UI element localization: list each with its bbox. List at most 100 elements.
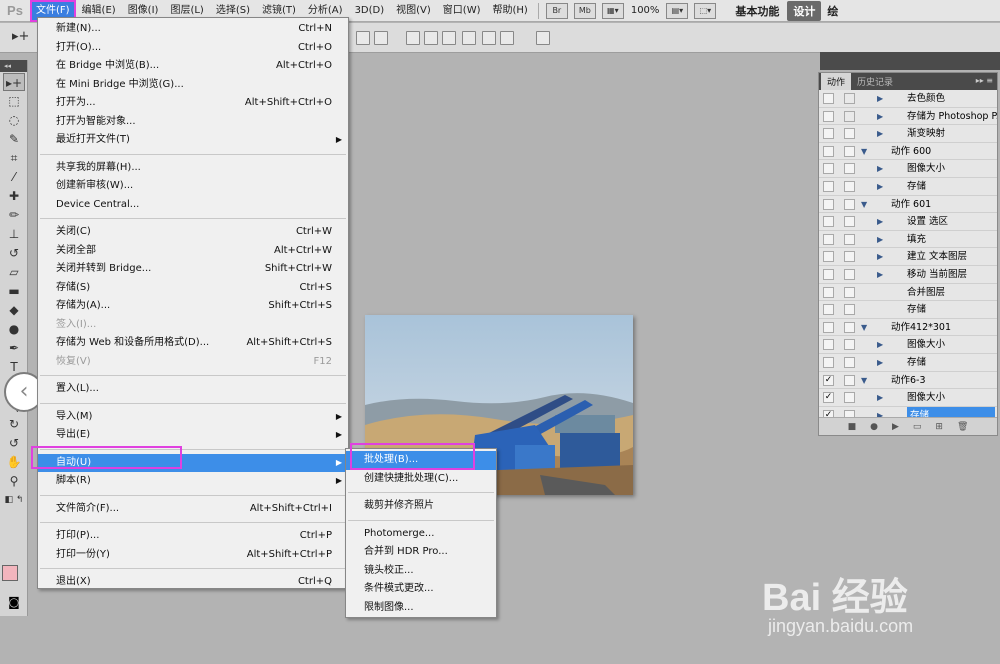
distribute-left-icon[interactable] bbox=[462, 31, 476, 45]
3d-rotate-tool-icon[interactable]: ↻ bbox=[3, 415, 25, 433]
toggle-dialog-box[interactable] bbox=[844, 93, 855, 104]
delete-icon[interactable]: 🗑 bbox=[957, 422, 968, 432]
toggle-item-checkbox[interactable] bbox=[823, 286, 834, 298]
action-row[interactable]: 存储 bbox=[819, 301, 997, 319]
action-row[interactable]: ▼ 动作 600 bbox=[819, 143, 997, 161]
menu-item-export[interactable]: 导出(E) ▶ bbox=[38, 426, 348, 445]
play-icon[interactable]: ▶ bbox=[892, 422, 899, 432]
submenu-item-batch[interactable]: 批处理(B)... bbox=[346, 451, 496, 470]
menu-item-close-all[interactable]: 关闭全部 Alt+Ctrl+W bbox=[38, 242, 348, 261]
view-extras-button[interactable]: ▦▾ bbox=[601, 2, 624, 19]
action-row[interactable]: ▶ 存储 bbox=[819, 178, 997, 196]
distribute-center-icon[interactable] bbox=[482, 31, 496, 45]
expand-triangle-icon[interactable]: ▶ bbox=[877, 90, 883, 108]
expand-triangle-icon[interactable]: ▶ bbox=[877, 336, 883, 354]
align-top-icon[interactable] bbox=[356, 31, 370, 45]
toggle-item-checkbox[interactable]: ✓ bbox=[823, 392, 834, 404]
toggle-dialog-box[interactable] bbox=[844, 374, 855, 386]
workspace-essentials[interactable]: 基本功能 bbox=[727, 3, 787, 19]
menu-window[interactable]: 窗口(W) bbox=[437, 0, 487, 22]
action-row[interactable]: ✓ ▶ 图像大小 bbox=[819, 389, 997, 407]
toggle-item-checkbox[interactable] bbox=[823, 321, 834, 333]
healing-brush-tool-icon[interactable]: ✚ bbox=[3, 187, 25, 205]
pen-tool-icon[interactable]: ✒ bbox=[3, 339, 25, 357]
zoom-level[interactable]: 100% bbox=[631, 5, 660, 16]
collapse-triangle-icon[interactable]: ▼ bbox=[861, 372, 867, 390]
zoom-tool-icon[interactable]: ⚲ bbox=[3, 472, 25, 490]
submenu-item-merge-hdr[interactable]: 合并到 HDR Pro... bbox=[346, 543, 496, 562]
3d-orbit-tool-icon[interactable]: ↺ bbox=[3, 434, 25, 452]
workspace-painting[interactable]: 绘 bbox=[821, 3, 844, 19]
menu-item-create-review[interactable]: 创建新审核(W)... bbox=[38, 177, 348, 196]
expand-triangle-icon[interactable]: ▶ bbox=[877, 231, 883, 249]
toggle-item-checkbox[interactable] bbox=[823, 356, 834, 368]
toggle-dialog-box[interactable] bbox=[844, 268, 855, 280]
distribute-right-icon[interactable] bbox=[500, 31, 514, 45]
menu-item-print[interactable]: 打印(P)... Ctrl+P bbox=[38, 527, 348, 546]
toggle-dialog-box[interactable] bbox=[844, 304, 855, 316]
clone-stamp-tool-icon[interactable]: ⊥ bbox=[3, 225, 25, 243]
menu-item-close[interactable]: 关闭(C) Ctrl+W bbox=[38, 223, 348, 242]
swap-colors-icon[interactable]: ◧ ↰ bbox=[3, 491, 25, 509]
action-row[interactable]: 合并图层 bbox=[819, 284, 997, 302]
menu-help[interactable]: 帮助(H) bbox=[487, 0, 534, 22]
menu-item-open-as-smart-object[interactable]: 打开为智能对象... bbox=[38, 113, 348, 132]
submenu-item-create-droplet[interactable]: 创建快捷批处理(C)... bbox=[346, 470, 496, 489]
action-row[interactable]: ▶ 移动 当前图层 bbox=[819, 266, 997, 284]
toggle-item-checkbox[interactable] bbox=[823, 163, 834, 175]
toggle-item-checkbox[interactable] bbox=[823, 304, 834, 316]
history-brush-tool-icon[interactable]: ↺ bbox=[3, 244, 25, 262]
auto-align-icon[interactable] bbox=[536, 31, 550, 45]
marquee-tool-icon[interactable]: ⬚ bbox=[3, 92, 25, 110]
toggle-dialog-box[interactable] bbox=[844, 198, 855, 210]
toggle-item-checkbox[interactable] bbox=[823, 251, 834, 263]
menu-item-exit[interactable]: 退出(X) Ctrl+Q bbox=[38, 573, 348, 592]
toggle-item-checkbox[interactable] bbox=[823, 145, 834, 157]
toggle-item-checkbox[interactable] bbox=[823, 233, 834, 245]
expand-triangle-icon[interactable]: ▶ bbox=[877, 108, 883, 126]
new-action-icon[interactable]: ⊞ bbox=[935, 422, 943, 432]
foreground-color-swatch[interactable] bbox=[2, 565, 18, 581]
menu-item-scripts[interactable]: 脚本(R) ▶ bbox=[38, 472, 348, 491]
submenu-item-fit-image[interactable]: 限制图像... bbox=[346, 599, 496, 618]
expand-triangle-icon[interactable]: ▶ bbox=[877, 389, 883, 407]
toggle-dialog-box[interactable] bbox=[844, 110, 855, 122]
collapse-triangle-icon[interactable]: ▼ bbox=[861, 143, 867, 161]
screen-mode-button[interactable]: ⬚▾ bbox=[694, 2, 717, 19]
quick-select-tool-icon[interactable]: ✎ bbox=[3, 130, 25, 148]
expand-triangle-icon[interactable]: ▶ bbox=[877, 248, 883, 266]
dodge-tool-icon[interactable]: ● bbox=[3, 320, 25, 338]
expand-triangle-icon[interactable]: ▶ bbox=[877, 354, 883, 372]
tools-panel-header[interactable]: ◂◂ bbox=[0, 60, 27, 72]
toggle-item-checkbox[interactable] bbox=[823, 268, 834, 280]
toggle-item-checkbox[interactable]: ✓ bbox=[823, 374, 834, 386]
expand-triangle-icon[interactable]: ▶ bbox=[877, 160, 883, 178]
toggle-dialog-box[interactable] bbox=[844, 145, 855, 157]
action-row[interactable]: ▶ 填充 bbox=[819, 231, 997, 249]
expand-triangle-icon[interactable]: ▶ bbox=[877, 213, 883, 231]
action-row[interactable]: ✓ ▼ 动作6-3 bbox=[819, 372, 997, 390]
menu-item-new[interactable]: 新建(N)... Ctrl+N bbox=[38, 20, 348, 39]
distribute-middle-icon[interactable] bbox=[424, 31, 438, 45]
expand-triangle-icon[interactable]: ▶ bbox=[877, 125, 883, 143]
menu-item-save-for-web[interactable]: 存储为 Web 和设备所用格式(D)... Alt+Shift+Ctrl+S bbox=[38, 334, 348, 353]
align-middle-icon[interactable] bbox=[374, 31, 388, 45]
arrange-documents-button[interactable]: ▤▾ bbox=[666, 2, 689, 19]
action-row[interactable]: ▶ 去色颜色 bbox=[819, 90, 997, 108]
menu-3d[interactable]: 3D(D) bbox=[349, 0, 391, 22]
action-row[interactable]: ▶ 渐变映射 bbox=[819, 125, 997, 143]
menu-view[interactable]: 视图(V) bbox=[390, 0, 437, 22]
toggle-item-checkbox[interactable] bbox=[823, 339, 834, 351]
toggle-item-checkbox[interactable] bbox=[823, 93, 834, 104]
workspace-design[interactable]: 设计 bbox=[787, 0, 822, 21]
stop-icon[interactable]: ■ bbox=[848, 422, 857, 432]
expand-triangle-icon[interactable]: ▶ bbox=[877, 266, 883, 284]
menu-item-share-screen[interactable]: 共享我的屏幕(H)... bbox=[38, 159, 348, 178]
toggle-dialog-box[interactable] bbox=[844, 128, 855, 140]
eyedropper-tool-icon[interactable]: ⁄ bbox=[3, 168, 25, 186]
quick-mask-icon[interactable]: ◙ bbox=[6, 595, 22, 609]
toggle-item-checkbox[interactable] bbox=[823, 110, 834, 122]
tab-history[interactable]: 历史记录 bbox=[851, 73, 899, 90]
blur-tool-icon[interactable]: ◆ bbox=[3, 301, 25, 319]
action-row[interactable]: ▶ 图像大小 bbox=[819, 160, 997, 178]
